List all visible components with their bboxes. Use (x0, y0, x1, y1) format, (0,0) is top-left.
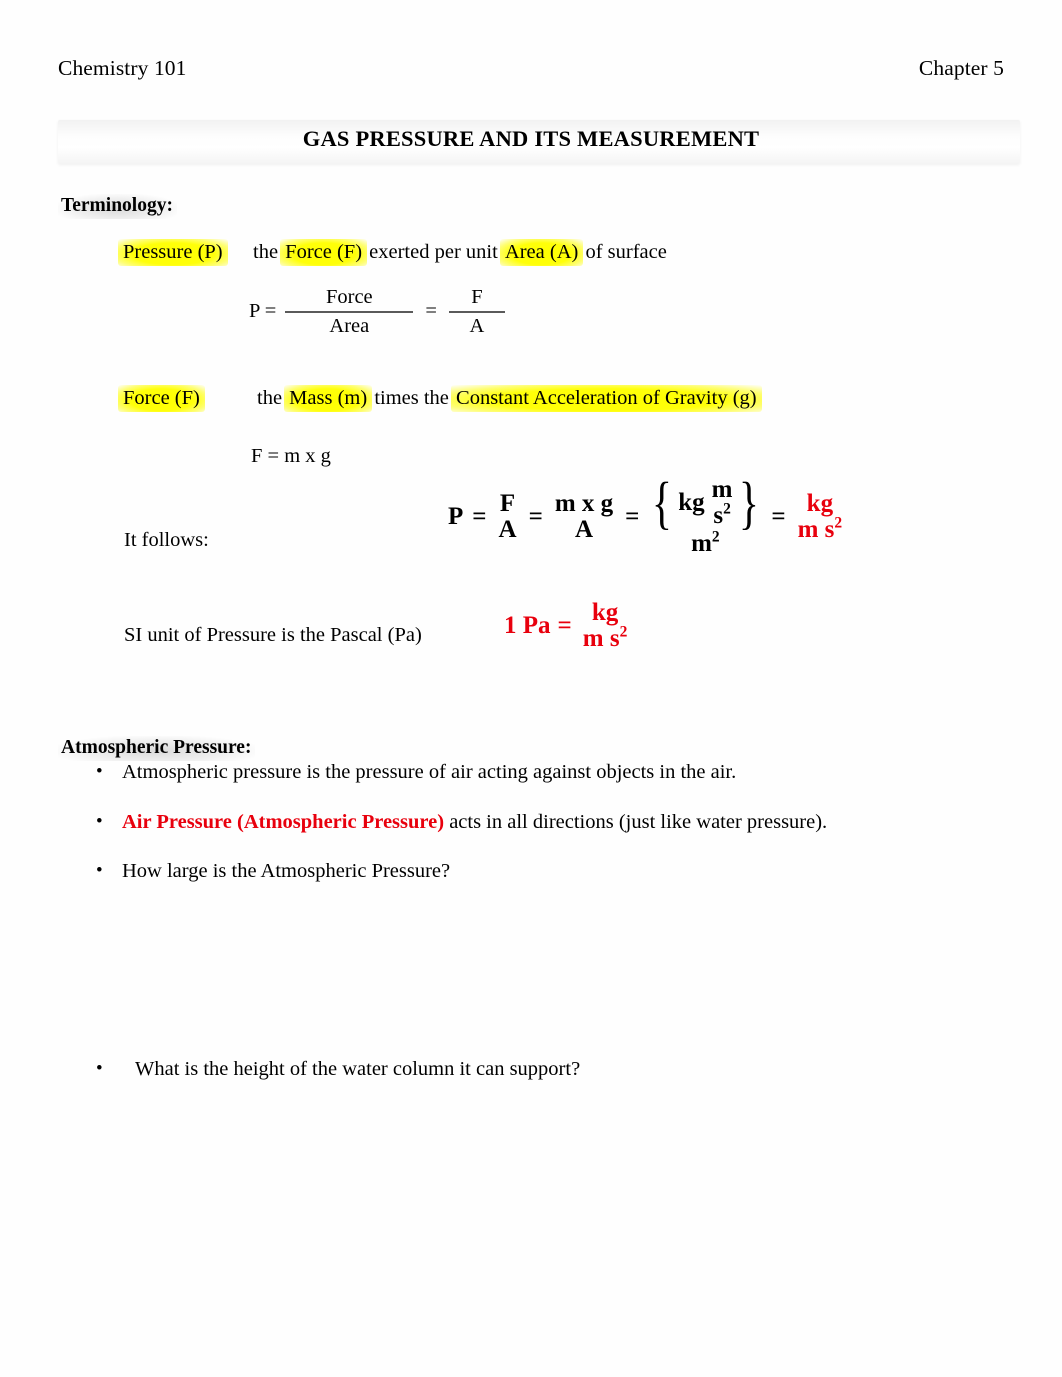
pascal-lead: 1 Pa (504, 612, 551, 639)
formula-equals-sign: = (425, 300, 437, 323)
fraction-denominator-area: Area (329, 315, 370, 338)
bigeq-p: P (448, 502, 464, 530)
bigeq-kg: kg (678, 489, 705, 517)
definition-text-middle-1: exerted per unit (364, 241, 503, 263)
highlight-pressure-p: Pressure (P) (118, 239, 228, 266)
bigeq-den-m: m (691, 529, 712, 557)
bigeq-m-over-s2: m s2 (711, 476, 733, 530)
header-chapter-label: Chapter 5 (918, 56, 1004, 80)
bullet-icon: • (96, 761, 103, 782)
bigeq-result-den-ms: m s (797, 515, 835, 543)
pascal-numerator: kg (591, 599, 619, 626)
fraction-numerator-f: F (471, 286, 483, 308)
list-item-text: How large is the Atmospheric Pressure? (122, 860, 451, 882)
bigeq-result-denominator: m s2 (795, 514, 846, 543)
fraction-numerator-force: Force (325, 286, 373, 308)
bigeq-s: s (713, 502, 724, 530)
bullet-icon: • (96, 860, 103, 881)
bigeq-equals-1: = (472, 502, 487, 530)
section-heading-atmospheric-pressure: Atmospheric Pressure: (58, 736, 256, 761)
formula-one-pascal: 1 Pa = kg m s2 (504, 600, 630, 652)
list-item: • Atmospheric pressure is the pressure o… (96, 761, 736, 784)
highlight-gravity-g: Constant Acceleration of Gravity (g) (451, 385, 762, 412)
bigeq-brace-contents: kg m s2 (676, 476, 734, 530)
bullet-icon: • (96, 811, 103, 832)
fraction-force-over-area: Force Area (285, 286, 414, 338)
pascal-equals: = (557, 612, 572, 639)
definition-term-force: Force (F) (118, 385, 257, 412)
definition-force: Force (F) the Mass (m) times the Constant… (118, 385, 762, 412)
bigeq-numerator-f: F (499, 489, 516, 517)
definition-text-middle-2: times the (369, 387, 455, 409)
definition-pressure: Pressure (P) the Force (F) exerted per un… (118, 239, 667, 266)
definition-term-pressure: Pressure (P) (118, 239, 253, 266)
definition-text-after-1: of surface (580, 241, 667, 263)
bigeq-equals-4: = (771, 502, 786, 530)
it-follows-label: It follows: (124, 529, 209, 551)
highlight-area-a: Area (A) (499, 239, 584, 266)
brace-close-icon: } (738, 470, 759, 536)
fraction-bar (448, 311, 505, 314)
emphasis-air-pressure: Air Pressure (Atmospheric Pressure) (122, 811, 445, 833)
list-item-text-rest: acts in all directions (just like water … (444, 811, 828, 833)
bigeq-mxg-over-a: m x g A (552, 489, 616, 543)
page-title: GAS PRESSURE AND ITS MEASUREMENT (302, 126, 760, 151)
fraction-f-over-a: F A (448, 286, 505, 338)
highlight-force-f: Force (F) (280, 239, 368, 266)
bigeq-braced-units: { kg m s2 } m2 (648, 470, 762, 557)
list-item: • What is the height of the water column… (96, 1058, 580, 1081)
document-page: Chemistry 101 Chapter 5 GAS PRESSURE AND… (0, 0, 1062, 1377)
section-heading-terminology: Terminology: (58, 194, 177, 219)
highlight-force-f-term: Force (F) (118, 385, 205, 412)
bigeq-equals-3: = (625, 502, 640, 530)
pascal-denominator-ms: m s (582, 625, 620, 652)
bigeq-m: m (711, 476, 733, 503)
si-unit-label: SI unit of Pressure is the Pascal (Pa) (124, 624, 422, 646)
bullet-icon: • (96, 1058, 103, 1079)
list-item: • How large is the Atmospheric Pressure? (96, 860, 450, 883)
bigeq-equals-2: = (528, 502, 543, 530)
fraction-bar (285, 311, 414, 314)
formula-pressure-units-derivation: P = F A = m x g A = { kg m s2 } m2 = kg … (448, 470, 846, 557)
bigeq-denominator-a: A (498, 515, 517, 543)
bigeq-f-over-a: F A (496, 489, 520, 543)
list-item-text: Air Pressure (Atmospheric Pressure) acts… (96, 811, 827, 834)
bigeq-s-exponent: 2 (723, 500, 731, 518)
bigeq-brace-row: { kg m s2 } (648, 470, 762, 536)
definition-text-before-1: the (253, 241, 284, 263)
formula-force-equals-mg: F = m x g (251, 445, 331, 467)
bigeq-result-numerator: kg (806, 489, 834, 517)
formula-pressure-definition: P = Force Area = F A (249, 286, 505, 337)
page-header: Chemistry 101 Chapter 5 (58, 56, 1004, 84)
pascal-denominator: m s2 (580, 623, 631, 652)
bigeq-result-units: kg m s2 (795, 489, 846, 543)
fraction-denominator-a: A (469, 315, 485, 338)
formula-lead-p: P = (249, 300, 277, 323)
pascal-denominator-exponent: 2 (619, 623, 628, 641)
bigeq-s-squared: s2 (713, 500, 731, 530)
header-course-label: Chemistry 101 (58, 56, 187, 80)
pascal-fraction: kg m s2 (580, 600, 631, 652)
bigeq-numerator-mxg: m x g (554, 489, 614, 517)
definition-text-before-2: the (257, 387, 288, 409)
list-item: • Air Pressure (Atmospheric Pressure) ac… (96, 811, 827, 834)
bigeq-denominator-a-2: A (574, 515, 594, 543)
bigeq-den-exponent: 2 (711, 528, 720, 546)
brace-open-icon: { (652, 470, 673, 536)
highlight-mass-m: Mass (m) (284, 385, 373, 412)
list-item-text: Atmospheric pressure is the pressure of … (122, 761, 737, 783)
bigeq-brace-denominator: m2 (691, 528, 720, 557)
bigeq-result-den-exponent: 2 (834, 514, 843, 532)
list-item-text: What is the height of the water column i… (135, 1058, 581, 1080)
